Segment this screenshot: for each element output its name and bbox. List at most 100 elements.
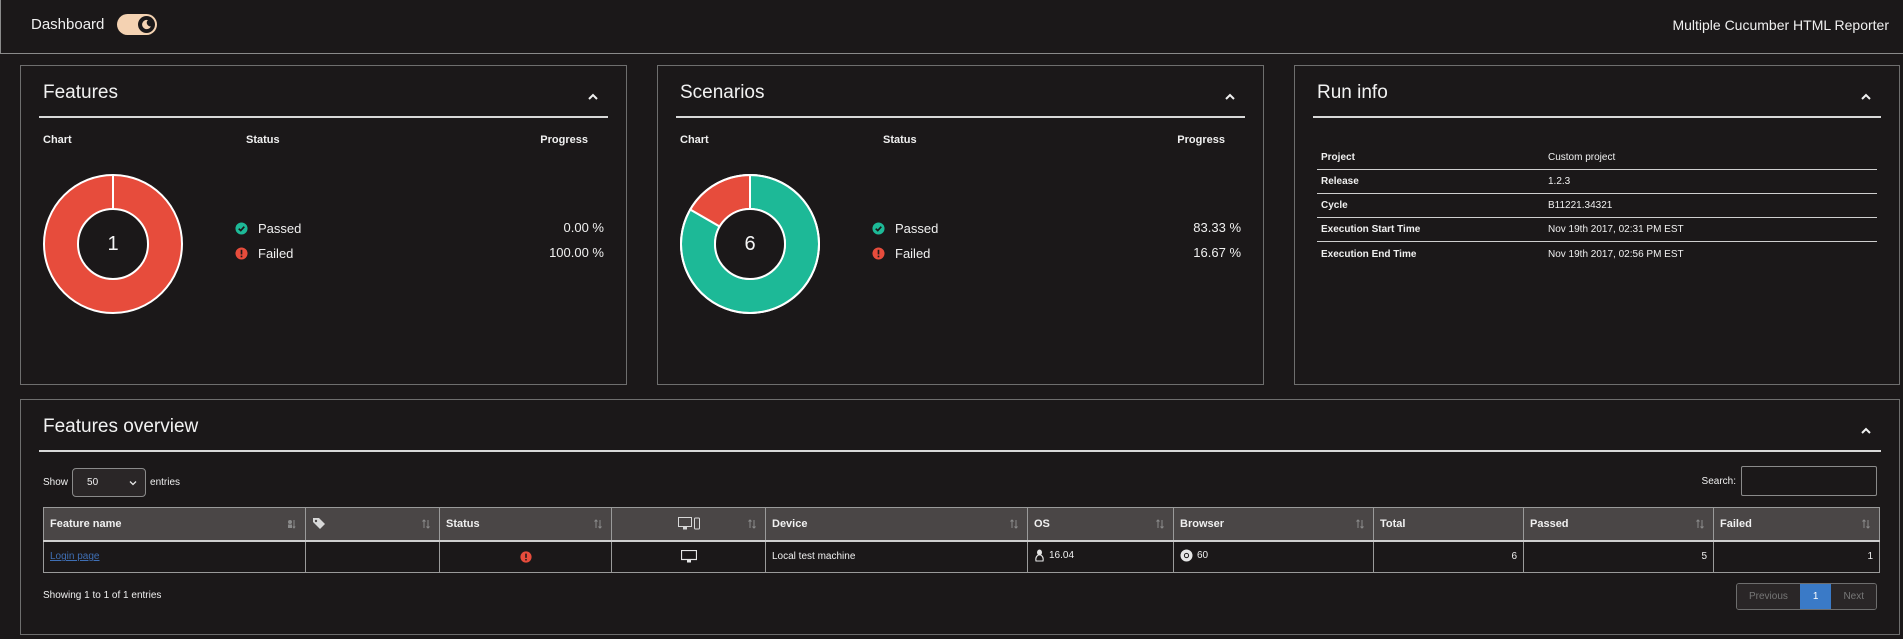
col-passed[interactable]: Passed xyxy=(1523,507,1714,542)
failed-percent: 100.00 % xyxy=(549,245,604,260)
cell-status xyxy=(439,540,612,573)
sort-icon xyxy=(1010,519,1018,529)
check-circle-icon xyxy=(872,221,885,235)
col-tags[interactable] xyxy=(305,507,440,542)
collapse-chevron-icon[interactable] xyxy=(1859,424,1873,438)
run-info-row: Cycle B11221.34321 xyxy=(1317,194,1877,218)
browser-version: 60 xyxy=(1197,549,1209,561)
col-feature-name[interactable]: Feature name xyxy=(43,507,306,542)
entries-label: entries xyxy=(150,477,181,488)
panel-divider xyxy=(676,116,1245,118)
run-info-key: Execution Start Time xyxy=(1321,224,1421,235)
check-circle-icon xyxy=(235,221,248,235)
cell-tags xyxy=(305,540,440,573)
run-info-value: 1.2.3 xyxy=(1548,176,1571,187)
moon-icon xyxy=(138,16,155,33)
run-info-panel: Run info Project Custom project Release 1.… xyxy=(1294,65,1900,385)
pagination: Previous 1 Next xyxy=(1735,583,1877,610)
sort-icon xyxy=(1862,519,1870,529)
legend-failed-label: Failed xyxy=(895,245,931,261)
sort-icon xyxy=(748,519,756,529)
show-label: Show xyxy=(43,477,69,488)
panel-divider xyxy=(1313,116,1881,118)
chevron-down-icon xyxy=(129,481,137,486)
scenarios-panel-title: Scenarios xyxy=(680,82,765,103)
panel-divider xyxy=(39,450,1881,452)
legend-failed-label: Failed xyxy=(258,245,294,261)
run-info-row: Execution End Time Nov 19th 2017, 02:56 P… xyxy=(1317,242,1877,266)
collapse-chevron-icon[interactable] xyxy=(1859,90,1873,104)
cell-os: 16.04 xyxy=(1027,540,1174,573)
search-control: Search: xyxy=(1702,466,1877,496)
collapse-chevron-icon[interactable] xyxy=(1223,90,1237,104)
tags-icon xyxy=(313,518,325,530)
features-overview-title: Features overview xyxy=(43,416,199,437)
os-version: 16.04 xyxy=(1049,549,1075,561)
failed-percent: 16.67 % xyxy=(1193,245,1241,260)
linux-icon xyxy=(1035,549,1044,562)
run-info-key: Cycle xyxy=(1321,200,1348,211)
entries-info: Showing 1 to 1 of 1 entries xyxy=(43,590,162,601)
exclamation-circle-icon xyxy=(872,246,885,260)
legend-passed: Passed xyxy=(872,220,938,236)
col-device[interactable]: Device xyxy=(765,507,1028,542)
col-platform[interactable] xyxy=(611,507,766,542)
panel-divider xyxy=(39,116,608,118)
run-info-table: Project Custom project Release 1.2.3 Cycle… xyxy=(1317,146,1877,266)
exclamation-circle-icon xyxy=(519,551,532,563)
sort-icon xyxy=(1156,519,1164,529)
search-label: Search: xyxy=(1701,475,1736,487)
run-info-value: Nov 19th 2017, 02:31 PM EST xyxy=(1548,224,1684,235)
page-1-button[interactable]: 1 xyxy=(1799,584,1832,609)
features-panel-title: Features xyxy=(43,82,118,103)
cell-passed: 5 xyxy=(1523,540,1714,573)
legend-passed-label: Passed xyxy=(258,220,302,236)
col-status[interactable]: Status xyxy=(439,507,612,542)
previous-button[interactable]: Previous xyxy=(1736,584,1800,609)
scenarios-donut-chart: 6 xyxy=(680,173,820,314)
col-chart: Chart xyxy=(43,134,72,146)
features-total: 1 xyxy=(107,232,119,255)
brand-title: Multiple Cucumber HTML Reporter xyxy=(1672,17,1889,33)
desktop-icon xyxy=(680,550,697,563)
table-row: Login page Local test machine 16.04 60 6… xyxy=(43,540,1880,573)
col-status: Status xyxy=(883,134,917,146)
page-size-select[interactable]: 50 xyxy=(72,468,147,497)
sort-icon xyxy=(1356,519,1364,529)
next-button[interactable]: Next xyxy=(1831,584,1876,609)
dark-mode-toggle[interactable] xyxy=(117,14,157,35)
run-info-value: Custom project xyxy=(1548,152,1616,163)
scenarios-total: 6 xyxy=(744,232,756,255)
col-progress: Progress xyxy=(540,134,588,146)
cell-platform xyxy=(611,540,766,573)
collapse-chevron-icon[interactable] xyxy=(586,90,600,104)
col-browser[interactable]: Browser xyxy=(1173,507,1374,542)
page-size-value: 50 xyxy=(87,477,99,488)
run-info-value: Nov 19th 2017, 02:56 PM EST xyxy=(1548,248,1684,260)
scenarios-panel: Scenarios Chart Status Progress 6 Passed… xyxy=(657,65,1264,385)
col-os[interactable]: OS xyxy=(1027,507,1174,542)
cell-device: Local test machine xyxy=(765,540,1028,573)
col-failed[interactable]: Failed xyxy=(1713,507,1880,542)
run-info-row: Release 1.2.3 xyxy=(1317,170,1877,194)
desktop-mobile-icon xyxy=(677,517,700,530)
col-total[interactable]: Total xyxy=(1373,507,1524,542)
run-info-value: B11221.34321 xyxy=(1548,200,1613,211)
cell-total: 6 xyxy=(1373,540,1524,573)
exclamation-circle-icon xyxy=(235,246,248,260)
legend-failed: Failed xyxy=(235,245,293,261)
top-bar: Dashboard Multiple Cucumber HTML Reporte… xyxy=(0,0,1903,54)
col-progress: Progress xyxy=(1177,134,1225,146)
col-status: Status xyxy=(246,134,280,146)
features-donut-chart: 1 xyxy=(43,174,183,314)
features-overview-panel: Features overview Show 50 entries Search… xyxy=(20,399,1900,635)
passed-percent: 83.33 % xyxy=(1193,220,1241,235)
chrome-icon xyxy=(1180,549,1193,562)
run-info-title: Run info xyxy=(1317,82,1388,103)
search-input[interactable] xyxy=(1741,466,1877,496)
legend-passed: Passed xyxy=(235,220,301,236)
cell-feature: Login page xyxy=(43,540,306,573)
passed-percent: 0.00 % xyxy=(563,220,604,235)
feature-link[interactable]: Login page xyxy=(50,551,100,562)
page-size-control: Show 50 entries xyxy=(43,468,180,497)
